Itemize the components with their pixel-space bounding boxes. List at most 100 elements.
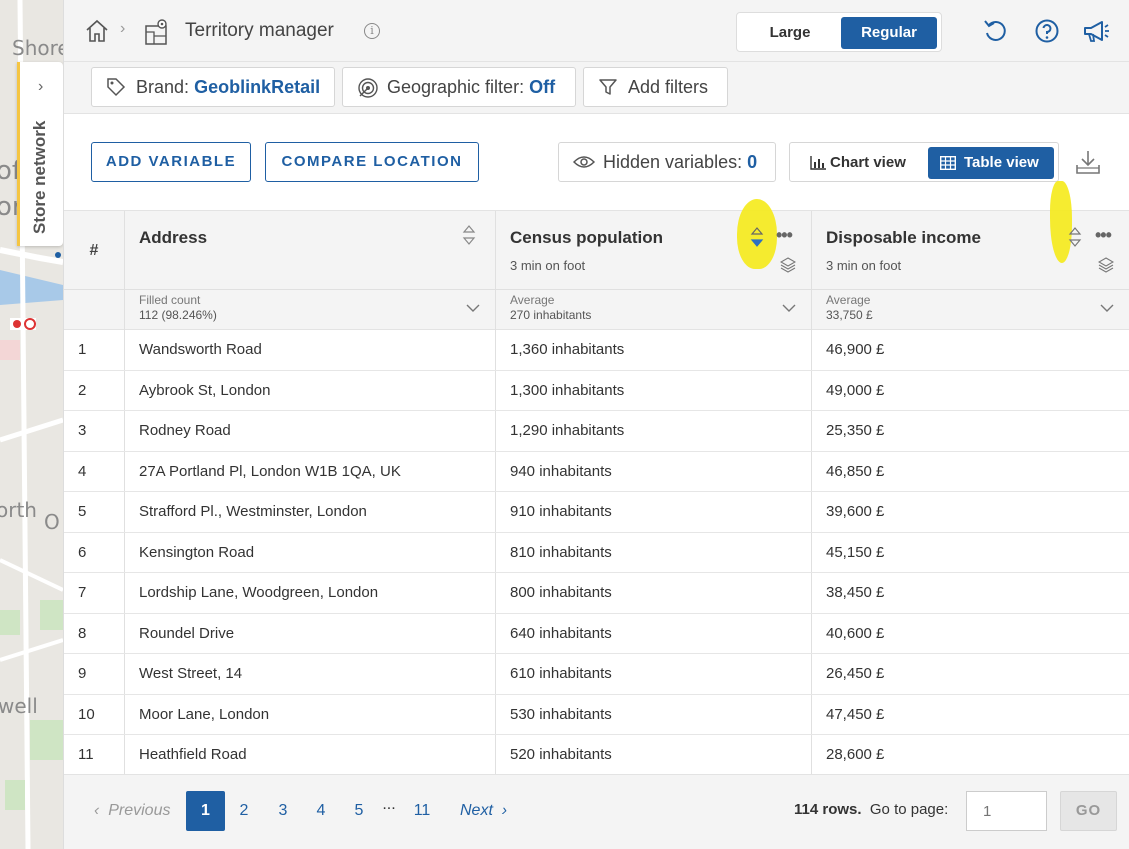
address-cell: Aybrook St, London [139, 381, 271, 399]
chevron-down-icon[interactable] [1100, 303, 1114, 313]
column-title-census-population[interactable]: Census population [510, 228, 663, 248]
filter-bar: Brand: GeoblinkRetail Geographic filter:… [64, 62, 1129, 114]
more-options-icon[interactable]: ••• [1095, 225, 1112, 246]
census-population-summary: Average 270 inhabitants [510, 293, 591, 323]
column-title-disposable-income[interactable]: Disposable income [826, 228, 981, 248]
map-label: well [0, 694, 38, 718]
disposable-income-cell: 39,600 £ [826, 503, 885, 520]
goto-page-input[interactable] [966, 791, 1047, 831]
page-button-current[interactable]: 1 [186, 791, 225, 831]
table-row[interactable]: 5 Strafford Pl., Westminster, London 910 i… [64, 492, 1129, 533]
undo-icon[interactable] [982, 18, 1008, 44]
address-summary: Filled count 112 (98.246%) [139, 293, 217, 323]
chart-view-button[interactable]: Chart view [798, 147, 926, 179]
table-row[interactable]: 1 Wandsworth Road 1,360 inhabitants 46,900 … [64, 330, 1129, 371]
chevron-down-icon[interactable] [782, 303, 796, 313]
breadcrumb-separator-icon: › [120, 20, 126, 37]
table-row[interactable]: 7 Lordship Lane, Woodgreen, London 800 inh… [64, 573, 1129, 614]
add-filters-button[interactable]: Add filters [583, 67, 728, 107]
chevron-down-icon[interactable] [466, 303, 480, 313]
row-index: 9 [78, 665, 87, 682]
territory-icon [145, 19, 167, 45]
previous-page-button[interactable]: ‹ Previous [94, 791, 170, 831]
table-row[interactable]: 8 Roundel Drive 640 inhabitants 40,600 £ [64, 614, 1129, 654]
compare-location-button[interactable]: COMPARE LOCATION [265, 142, 479, 182]
chevron-right-icon: › [38, 78, 44, 95]
page-button[interactable]: 4 [307, 791, 335, 831]
table-grid-icon [940, 156, 956, 170]
geographic-filter-label: Geographic filter: [387, 77, 525, 97]
table-view-button[interactable]: Table view [928, 147, 1054, 179]
store-network-label: Store network [30, 120, 49, 234]
address-cell: Wandsworth Road [139, 341, 262, 358]
download-icon[interactable] [1074, 148, 1102, 176]
layers-icon[interactable] [1098, 257, 1114, 273]
census-population-cell: 520 inhabitants [510, 746, 612, 763]
column-title-address[interactable]: Address [139, 228, 207, 248]
table-header: # Address Filled count 112 (98.246%) Cen… [64, 181, 1129, 776]
census-population-cell: 910 inhabitants [510, 503, 612, 520]
disposable-income-cell: 40,600 £ [826, 624, 885, 642]
table-row[interactable]: 4 27A Portland Pl, London W1B 1QA, UK 940 … [64, 452, 1129, 492]
table-row[interactable]: 11 Heathfield Road 520 inhabitants 28,600 £ [64, 735, 1129, 776]
summary-value: 270 inhabitants [510, 308, 592, 322]
help-icon[interactable] [1034, 18, 1060, 44]
sort-icon[interactable] [462, 223, 476, 247]
rows-count-value: 114 rows. [794, 801, 862, 818]
column-subtitle: 3 min on foot [826, 258, 902, 273]
table-row[interactable]: 2 Aybrook St, London 1,300 inhabitants 49,0… [64, 371, 1129, 411]
address-cell: Lordship Lane, Woodgreen, London [139, 584, 379, 601]
table-row[interactable]: 9 West Street, 14 610 inhabitants 26,450 £ [64, 654, 1129, 695]
radar-icon [358, 78, 378, 98]
info-icon[interactable]: i [364, 23, 380, 39]
megaphone-icon[interactable] [1082, 18, 1110, 44]
disposable-income-cell: 47,450 £ [826, 705, 885, 723]
pagination-bar: ‹ Previous 1 2 3 4 5 ... 11 Next › 114 r… [64, 774, 1129, 849]
map-label: O [44, 510, 60, 534]
geographic-filter-chip[interactable]: Geographic filter: Off [342, 67, 576, 107]
rows-count: 114 rows. Go to page: [794, 801, 948, 818]
size-toggle: Large Regular [736, 12, 942, 52]
row-index: 5 [78, 503, 87, 520]
table-row[interactable]: 10 Moor Lane, London 530 inhabitants 47,450… [64, 695, 1129, 735]
table-row[interactable]: 6 Kensington Road 810 inhabitants 45,150 £ [64, 533, 1129, 573]
size-regular-button[interactable]: Regular [841, 17, 937, 49]
sort-descending-icon[interactable] [750, 223, 764, 251]
brand-filter-chip[interactable]: Brand: GeoblinkRetail [91, 67, 335, 107]
row-index: 10 [78, 705, 95, 723]
next-page-button[interactable]: Next › [460, 791, 507, 831]
sort-icon[interactable] [1068, 223, 1082, 251]
view-toggle: Chart view Table view [789, 142, 1059, 182]
page-button[interactable]: 3 [269, 791, 297, 831]
hidden-variables-count: 0 [747, 152, 758, 172]
page-button[interactable]: 2 [230, 791, 258, 831]
home-icon[interactable] [84, 18, 110, 44]
summary-aggregation: Average [510, 293, 555, 307]
page-title: Territory manager [185, 20, 334, 41]
store-network-tab[interactable]: › Store network [17, 62, 63, 246]
row-index: 11 [78, 746, 94, 763]
row-index: 7 [78, 584, 87, 601]
add-filters-label: Add filters [628, 77, 709, 97]
table-row[interactable]: 3 Rodney Road 1,290 inhabitants 25,350 £ [64, 411, 1129, 452]
go-button[interactable]: GO [1060, 791, 1117, 831]
column-subtitle: 3 min on foot [510, 258, 586, 273]
layers-icon[interactable] [780, 257, 796, 273]
address-cell: Rodney Road [139, 422, 231, 439]
address-cell: Heathfield Road [139, 746, 247, 763]
disposable-income-cell: 49,000 £ [826, 381, 885, 399]
disposable-income-cell: 25,350 £ [826, 422, 885, 439]
previous-label: Previous [108, 802, 171, 819]
disposable-income-summary: Average 33,750 £ [826, 293, 873, 323]
row-index: 3 [78, 422, 87, 439]
page-button[interactable]: 11 [407, 791, 437, 831]
add-variable-button[interactable]: ADD VARIABLE [91, 142, 251, 182]
hidden-variables-button[interactable]: Hidden variables: 0 [558, 142, 776, 182]
size-large-button[interactable]: Large [743, 17, 837, 49]
map-background[interactable]: Shore of or orth O well › Store network [0, 0, 63, 849]
page-ellipsis: ... [382, 796, 396, 813]
more-options-icon[interactable]: ••• [776, 225, 793, 246]
page-button[interactable]: 5 [345, 791, 373, 831]
row-number-header: # [89, 242, 99, 259]
territory-manager-panel: › Territory manager i Large Regular Bran… [63, 0, 1129, 849]
